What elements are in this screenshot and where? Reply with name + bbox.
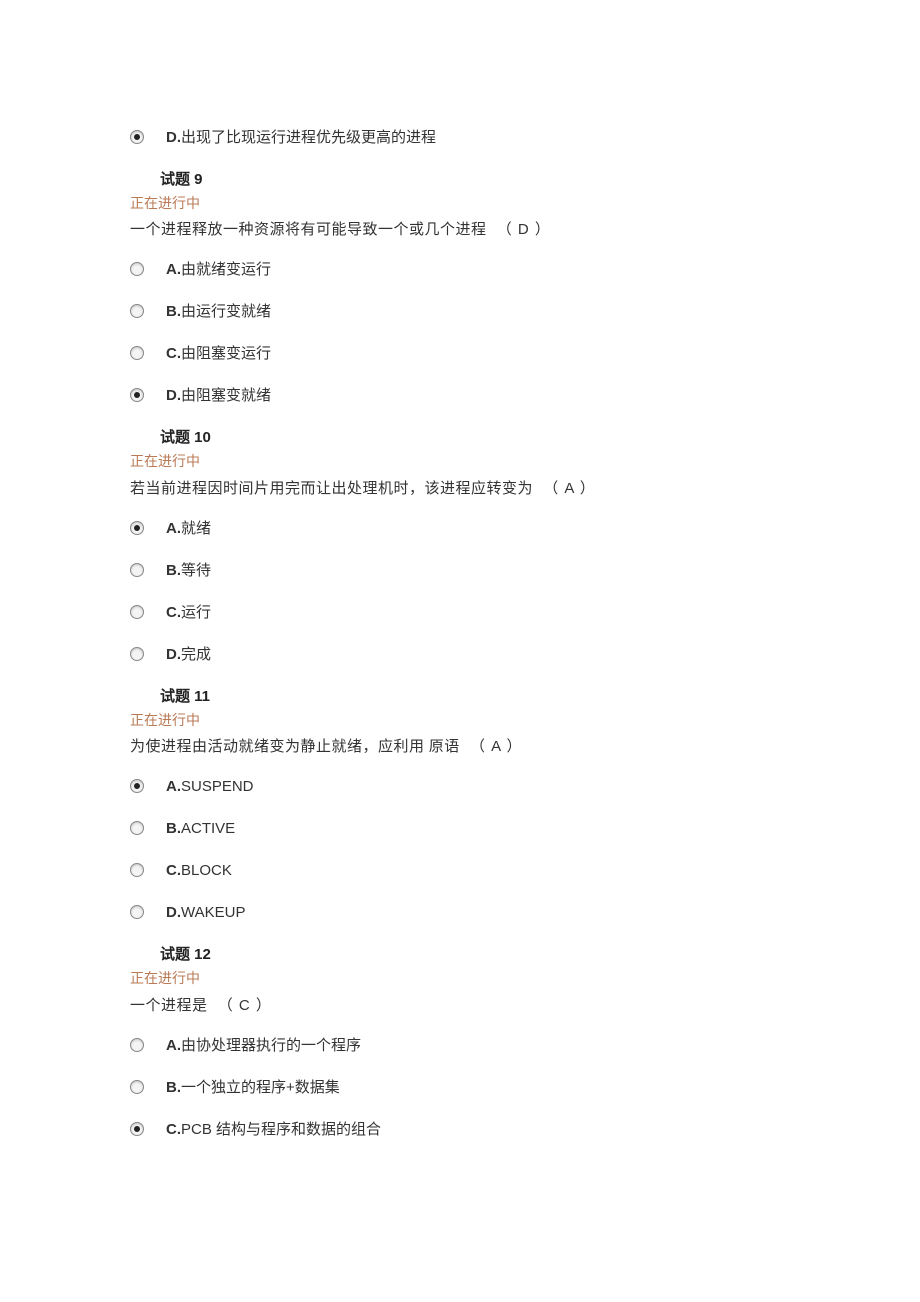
q9-option-d[interactable]: D.由阻塞变就绪 — [130, 384, 790, 408]
radio-icon[interactable] — [130, 1038, 144, 1052]
option-text: 由阻塞变运行 — [181, 345, 271, 362]
question-12-stem: 一个进程是 （ C ） — [130, 994, 790, 1018]
radio-selected-icon[interactable] — [130, 130, 144, 144]
q11-option-d[interactable]: D.WAKEUP — [130, 901, 790, 925]
question-12-status: 正在进行中 — [130, 969, 790, 991]
option-label: A. — [166, 261, 181, 278]
option-text: 由阻塞变就绪 — [181, 387, 271, 404]
option-label: B. — [166, 820, 181, 837]
option-text: 等待 — [181, 562, 211, 579]
question-10-answer: （ A ） — [543, 480, 596, 497]
q9-option-c[interactable]: C.由阻塞变运行 — [130, 342, 790, 366]
q8-option-d[interactable]: D.出现了比现运行进程优先级更高的进程 — [130, 126, 790, 150]
option-text: 运行 — [181, 604, 211, 621]
option-label: B. — [166, 1079, 181, 1096]
q10-option-c[interactable]: C.运行 — [130, 601, 790, 625]
q12-option-a[interactable]: A.由协处理器执行的一个程序 — [130, 1034, 790, 1058]
option-label: C. — [166, 862, 181, 879]
option-label: C. — [166, 1121, 181, 1138]
option-text: BLOCK — [181, 862, 232, 879]
radio-icon[interactable] — [130, 563, 144, 577]
question-11-status: 正在进行中 — [130, 711, 790, 733]
radio-icon[interactable] — [130, 821, 144, 835]
radio-icon[interactable] — [130, 905, 144, 919]
radio-selected-icon[interactable] — [130, 1122, 144, 1136]
question-10-stem: 若当前进程因时间片用完而让出处理机时，该进程应转变为 （ A ） — [130, 477, 790, 501]
q12-option-c[interactable]: C.PCB 结构与程序和数据的组合 — [130, 1118, 790, 1142]
question-10-status: 正在进行中 — [130, 452, 790, 474]
radio-selected-icon[interactable] — [130, 521, 144, 535]
radio-icon[interactable] — [130, 304, 144, 318]
q9-option-b[interactable]: B.由运行变就绪 — [130, 300, 790, 324]
q9-option-a[interactable]: A.由就绪变运行 — [130, 258, 790, 282]
question-12-title: 试题 12 — [160, 943, 790, 967]
question-9-stem: 一个进程释放一种资源将有可能导致一个或几个进程 （ D ） — [130, 218, 790, 242]
option-text: 由协处理器执行的一个程序 — [181, 1037, 361, 1054]
q10-option-a[interactable]: A.就绪 — [130, 517, 790, 541]
q12-option-b[interactable]: B.一个独立的程序+数据集 — [130, 1076, 790, 1100]
option-text: 出现了比现运行进程优先级更高的进程 — [181, 129, 436, 146]
question-11-answer: （ A ） — [470, 738, 523, 755]
option-label: D. — [166, 129, 181, 146]
question-9-answer: （ D ） — [497, 221, 551, 238]
option-label: C. — [166, 345, 181, 362]
q11-option-a[interactable]: A.SUSPEND — [130, 775, 790, 799]
option-label: A. — [166, 1037, 181, 1054]
q10-option-b[interactable]: B.等待 — [130, 559, 790, 583]
radio-selected-icon[interactable] — [130, 779, 144, 793]
q11-option-b[interactable]: B.ACTIVE — [130, 817, 790, 841]
option-text: 完成 — [181, 646, 211, 663]
radio-icon[interactable] — [130, 647, 144, 661]
radio-icon[interactable] — [130, 605, 144, 619]
question-11-stem: 为使进程由活动就绪变为静止就绪，应利用 原语 （ A ） — [130, 735, 790, 759]
radio-icon[interactable] — [130, 262, 144, 276]
option-label: A. — [166, 520, 181, 537]
radio-icon[interactable] — [130, 863, 144, 877]
option-label: A. — [166, 778, 181, 795]
radio-icon[interactable] — [130, 346, 144, 360]
question-10-title: 试题 10 — [160, 426, 790, 450]
option-text: 由运行变就绪 — [181, 303, 271, 320]
option-text: 就绪 — [181, 520, 211, 537]
radio-icon[interactable] — [130, 1080, 144, 1094]
option-label: B. — [166, 562, 181, 579]
radio-selected-icon[interactable] — [130, 388, 144, 402]
option-label: B. — [166, 303, 181, 320]
question-9-status: 正在进行中 — [130, 194, 790, 216]
question-9-title: 试题 9 — [160, 168, 790, 192]
question-11-title: 试题 11 — [160, 685, 790, 709]
option-text: PCB 结构与程序和数据的组合 — [181, 1121, 381, 1138]
question-12-answer: （ C ） — [218, 997, 272, 1014]
option-label: C. — [166, 604, 181, 621]
option-text: SUSPEND — [181, 778, 254, 795]
option-text: WAKEUP — [181, 904, 245, 921]
option-label: D. — [166, 387, 181, 404]
option-text: 一个独立的程序+数据集 — [181, 1079, 340, 1096]
option-label: D. — [166, 646, 181, 663]
q10-option-d[interactable]: D.完成 — [130, 643, 790, 667]
q11-option-c[interactable]: C.BLOCK — [130, 859, 790, 883]
option-label: D. — [166, 904, 181, 921]
option-text: 由就绪变运行 — [181, 261, 271, 278]
option-text: ACTIVE — [181, 820, 235, 837]
